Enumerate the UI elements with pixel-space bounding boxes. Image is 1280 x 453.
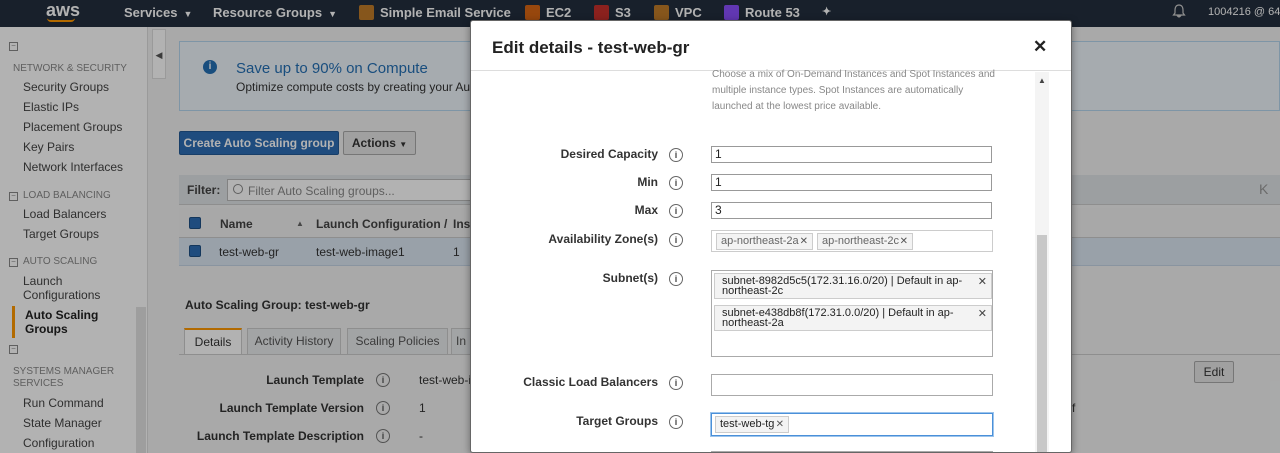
chip-label: subnet-8982d5c5(172.31.16.0/20) | Defaul… (722, 275, 963, 297)
remove-icon[interactable]: ✕ (800, 234, 808, 249)
info-icon[interactable]: i (669, 204, 683, 218)
max-input[interactable]: 3 (711, 202, 992, 219)
chip-label: ap-northeast-2c (822, 235, 900, 247)
modal-body: Choose a mix of On-Demand Instances and … (471, 69, 1071, 452)
az-chip: ap-northeast-2a ✕ (716, 233, 813, 250)
az-chip: ap-northeast-2c ✕ (817, 233, 913, 250)
availability-zones-field[interactable]: ap-northeast-2a ✕ ap-northeast-2c ✕ (711, 230, 993, 252)
info-icon[interactable]: i (669, 148, 683, 162)
remove-icon[interactable]: ✕ (900, 234, 908, 249)
remove-icon[interactable]: ✕ (978, 309, 987, 320)
info-icon[interactable]: i (669, 272, 683, 286)
chip-label: subnet-e438db8f(172.31.0.0/20) | Default… (722, 307, 954, 329)
chip-label: test-web-tg (720, 418, 775, 430)
scroll-up-icon[interactable]: ▲ (1038, 76, 1046, 85)
subnet-chip: subnet-8982d5c5(172.31.16.0/20) | Defaul… (714, 273, 992, 299)
remove-icon[interactable]: ✕ (776, 417, 784, 432)
min-input[interactable]: 1 (711, 174, 992, 191)
target-groups-field[interactable]: test-web-tg ✕ (711, 413, 993, 436)
modal-title: Edit details - test-web-gr (492, 38, 690, 57)
desired-capacity-input[interactable]: 1 (711, 146, 992, 163)
target-group-chip: test-web-tg ✕ (715, 416, 789, 433)
target-groups-label: Target Groups (576, 414, 658, 428)
classic-load-balancers-label: Classic Load Balancers (523, 375, 658, 389)
subnets-label: Subnet(s) (602, 271, 658, 285)
subnets-field[interactable]: subnet-8982d5c5(172.31.16.0/20) | Defaul… (711, 270, 993, 357)
help-text: Choose a mix of On-Demand Instances and … (712, 69, 995, 112)
info-icon[interactable]: i (669, 376, 683, 390)
modal-scrollbar-thumb[interactable] (1037, 235, 1047, 452)
info-icon[interactable]: i (669, 233, 683, 247)
classic-load-balancers-field[interactable] (711, 374, 993, 396)
desired-capacity-label: Desired Capacity (560, 147, 658, 161)
subnet-chip: subnet-e438db8f(172.31.0.0/20) | Default… (714, 305, 992, 331)
modal-header: Edit details - test-web-gr ✕ (471, 21, 1071, 71)
min-label: Min (637, 175, 658, 189)
remove-icon[interactable]: ✕ (978, 277, 987, 288)
edit-details-modal: Edit details - test-web-gr ✕ Choose a mi… (470, 20, 1072, 453)
close-icon[interactable]: ✕ (1033, 38, 1047, 55)
chip-label: ap-northeast-2a (721, 235, 799, 247)
info-icon[interactable]: i (669, 415, 683, 429)
max-label: Max (634, 203, 658, 217)
info-icon[interactable]: i (669, 176, 683, 190)
availability-zones-label: Availability Zone(s) (548, 232, 658, 246)
